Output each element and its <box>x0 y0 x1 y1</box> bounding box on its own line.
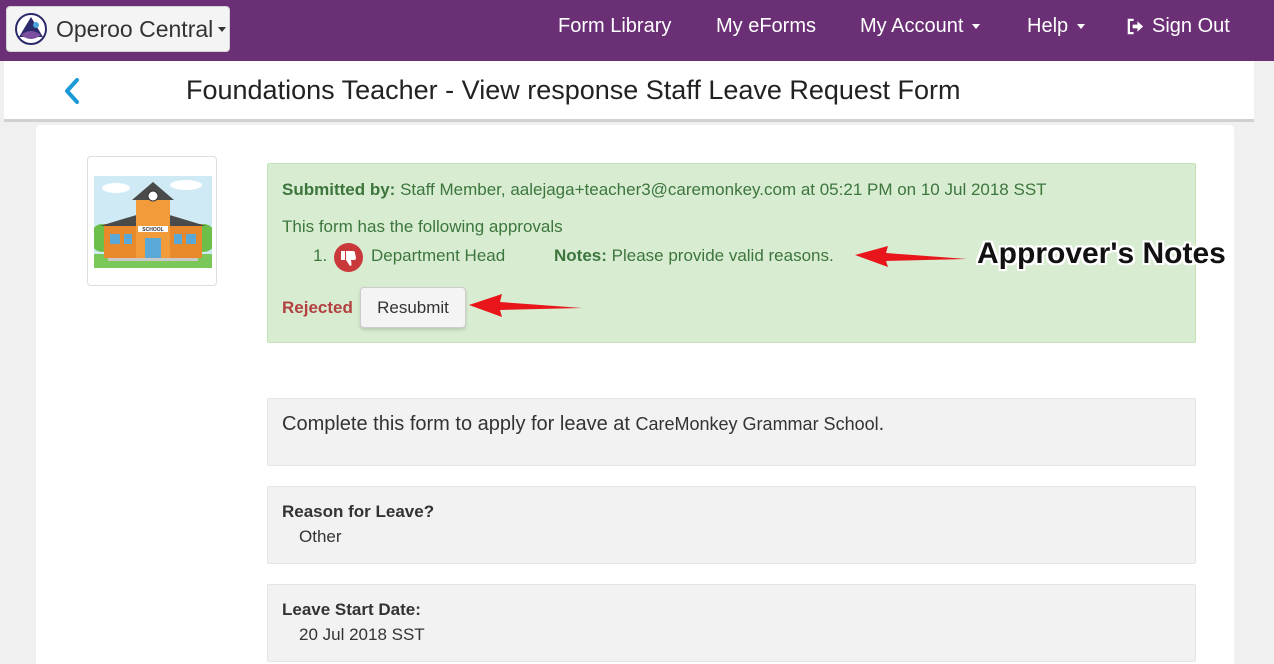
nav-sign-out[interactable]: Sign Out <box>1126 0 1230 52</box>
form-intro-text: Complete this form to apply for leave at… <box>282 413 884 436</box>
question-start-date-panel: Leave Start Date: 20 Jul 2018 SST <box>267 584 1196 662</box>
back-chevron-icon[interactable] <box>62 77 82 105</box>
approval-notes: Notes: Please provide valid reasons. <box>554 246 834 266</box>
resubmit-button[interactable]: Resubmit <box>360 287 466 328</box>
question-value: Other <box>299 527 342 546</box>
approvers-notes-callout: Approver's Notes <box>977 237 1226 270</box>
notes-text: Please provide valid reasons. <box>611 246 834 265</box>
approval-number: 1. <box>313 246 328 265</box>
page-header: Foundations Teacher - View response Staf… <box>4 61 1254 122</box>
nav-my-account[interactable]: My Account <box>860 0 981 52</box>
submitted-by-text: Staff Member, aalejaga+teacher3@caremonk… <box>400 180 1047 199</box>
nav-form-library-label: Form Library <box>558 14 672 37</box>
rejected-status: Rejected <box>282 298 353 317</box>
question-label: Leave Start Date: <box>282 600 421 619</box>
submitted-by-line: Submitted by: Staff Member, aalejaga+tea… <box>282 180 1047 200</box>
brand-dropdown[interactable]: Operoo Central <box>6 6 230 52</box>
operoo-logo-icon <box>15 13 47 45</box>
chevron-down-icon <box>1077 23 1086 29</box>
intro-text: Complete this form to apply for leave at <box>282 413 630 435</box>
nav-my-eforms-label: My eForms <box>716 14 816 37</box>
brand-name: Operoo Central <box>56 15 214 42</box>
nav-my-eforms[interactable]: My eForms <box>716 0 816 52</box>
form-intro-panel: Complete this form to apply for leave at… <box>267 398 1196 466</box>
nav-form-library[interactable]: Form Library <box>558 0 671 52</box>
sign-out-icon <box>1127 18 1144 34</box>
school-building-icon: SCHOOL <box>94 176 212 268</box>
form-thumbnail: SCHOOL <box>87 156 217 286</box>
nav-help-label: Help <box>1027 14 1069 37</box>
submitted-by-label: Submitted by: <box>282 180 396 199</box>
chevron-down-icon <box>218 26 227 32</box>
nav-help[interactable]: Help <box>1027 0 1086 52</box>
page-title: Foundations Teacher - View response Staf… <box>186 75 961 105</box>
approver-name: Department Head <box>371 246 506 265</box>
question-reason-panel: Reason for Leave? Other <box>267 486 1196 564</box>
nav-sign-out-label: Sign Out <box>1152 14 1230 37</box>
intro-end: . <box>878 413 885 435</box>
question-value: 20 Jul 2018 SST <box>299 625 425 644</box>
chevron-down-icon <box>972 23 981 29</box>
approvals-intro: This form has the following approvals <box>282 217 563 236</box>
scrollbar[interactable] <box>1256 61 1274 664</box>
nav-my-account-label: My Account <box>860 14 964 37</box>
svg-text:SCHOOL: SCHOOL <box>142 227 163 233</box>
question-label: Reason for Leave? <box>282 502 435 521</box>
school-name: CareMonkey Grammar School <box>635 414 879 434</box>
notes-label: Notes: <box>554 246 607 265</box>
top-navbar: Operoo Central Form Library My eForms My… <box>0 0 1274 61</box>
thumbs-down-icon <box>334 243 363 272</box>
